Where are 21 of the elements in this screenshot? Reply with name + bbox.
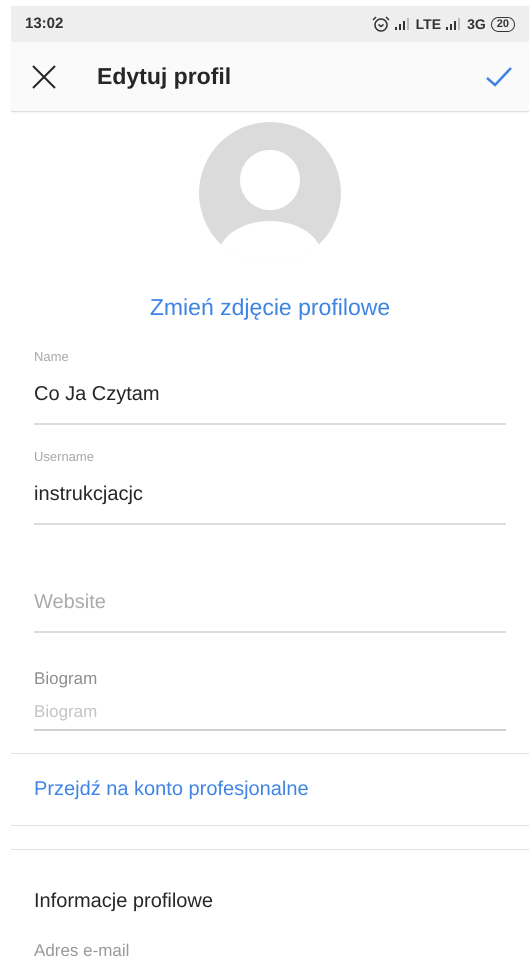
change-photo-link[interactable]: Zmień zdjęcie profilowe [150,290,390,324]
close-icon[interactable] [31,64,57,90]
signal-icon [394,18,411,30]
text-field[interactable]: instrukcjacjc [34,466,506,524]
battery-indicator: 20 [490,16,515,32]
field-label: Username [34,448,95,466]
alarm-icon [372,16,390,32]
signal-icon [446,18,462,30]
toolbar-title: Edytuj profil [97,62,232,92]
text-field[interactable]: Biogram [34,694,506,730]
field-label: Adres e-mail [34,940,130,962]
professional-account-link[interactable]: Przejdź na konto profesjonalne [34,774,309,804]
status-time: 13:02 [25,14,64,34]
field-label: Biogram [34,668,98,690]
network-label: 3G [467,14,486,34]
section-title: Informacje profilowe [34,888,214,914]
text-field[interactable]: Co Ja Czytam [34,366,506,424]
text-field[interactable]: Website [34,574,506,632]
field-label: Name [34,348,70,366]
check-icon[interactable] [485,66,513,88]
network-label: LTE [416,14,442,34]
